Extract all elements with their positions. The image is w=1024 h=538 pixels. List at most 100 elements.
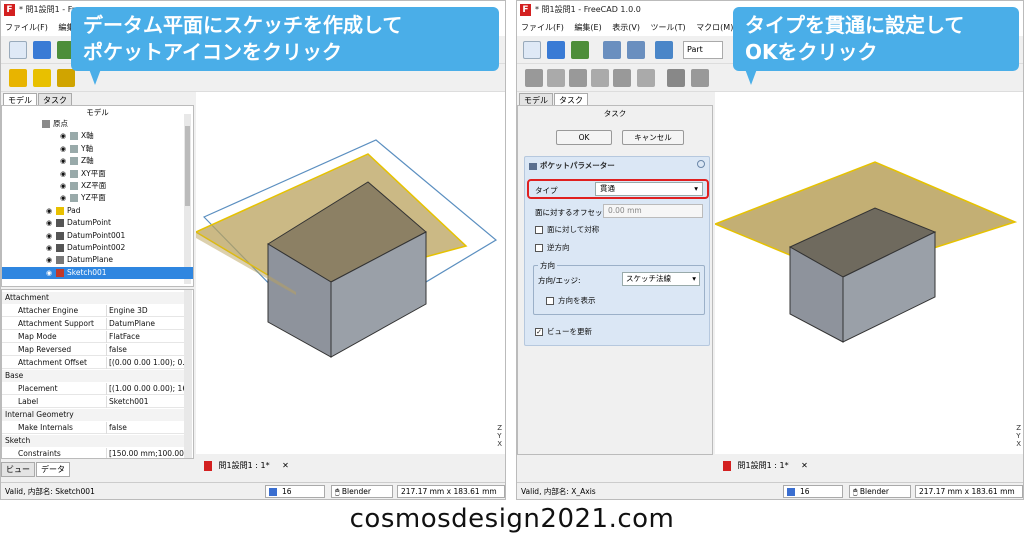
- new-file-icon[interactable]: [9, 41, 27, 59]
- visibility-eye-icon[interactable]: ◉: [46, 230, 56, 242]
- property-value[interactable]: [(1.00 0.00 0.00); 16...: [106, 383, 184, 395]
- offset-input[interactable]: 0.00 mm: [603, 204, 703, 218]
- part-cylinder-icon[interactable]: [547, 69, 565, 87]
- property-row[interactable]: Attachment Offset [(0.00 0.00 1.00); 0...: [2, 357, 185, 369]
- tree-item[interactable]: ◉ Sketch001: [2, 266, 193, 279]
- property-row[interactable]: Attachment Support DatumPlane: [2, 318, 185, 330]
- visibility-eye-icon[interactable]: ◉: [46, 205, 56, 217]
- open-file-icon[interactable]: [33, 41, 51, 59]
- tree-item[interactable]: ◉ Z軸: [2, 155, 193, 167]
- undo-icon[interactable]: [603, 41, 621, 59]
- property-group-header[interactable]: Sketch: [2, 435, 185, 447]
- property-group-header[interactable]: Base: [2, 370, 185, 382]
- tree-item[interactable]: ◉ YZ平面: [2, 192, 193, 204]
- tree-item[interactable]: 原点: [2, 118, 193, 130]
- show-direction-checkbox[interactable]: 方向を表示: [546, 296, 596, 306]
- part-extrude-icon[interactable]: [667, 69, 685, 87]
- tab-view[interactable]: ビュー: [1, 462, 35, 477]
- property-row[interactable]: Make Internals false: [2, 422, 185, 434]
- type-select[interactable]: 貫通 ▾: [595, 182, 703, 196]
- part-revolve-icon[interactable]: [691, 69, 709, 87]
- collapse-icon[interactable]: [697, 160, 705, 168]
- property-value[interactable]: Engine 3D: [106, 305, 184, 317]
- property-group-header[interactable]: Internal Geometry: [2, 409, 185, 421]
- symmetric-checkbox[interactable]: 面に対して対称: [535, 225, 599, 235]
- property-row[interactable]: Map Mode FlatFace: [2, 331, 185, 343]
- tree-item[interactable]: ◉ DatumPoint002: [2, 242, 193, 254]
- close-tab-icon[interactable]: ✕: [282, 461, 289, 470]
- cancel-button[interactable]: キャンセル: [622, 130, 684, 145]
- visibility-eye-icon[interactable]: ◉: [60, 192, 70, 204]
- save-icon[interactable]: [571, 41, 589, 59]
- tree-item-label: YZ平面: [81, 193, 106, 203]
- visibility-eye-icon[interactable]: ◉: [60, 180, 70, 192]
- update-view-checkbox[interactable]: ✓ ビューを更新: [535, 327, 592, 337]
- tree-item[interactable]: ◉ DatumPoint: [2, 217, 193, 229]
- redo-icon[interactable]: [627, 41, 645, 59]
- property-row[interactable]: Label Sketch001: [2, 396, 185, 408]
- visibility-eye-icon[interactable]: ◉: [46, 242, 56, 254]
- menu-view[interactable]: 表示(V): [612, 23, 640, 32]
- tree-item[interactable]: ◉ Y軸: [2, 143, 193, 155]
- navigation-style-select[interactable]: 🖱 Blender: [331, 485, 393, 498]
- 3d-viewport[interactable]: ZYX: [712, 92, 1023, 454]
- menu-file[interactable]: ファイル(F): [5, 23, 48, 32]
- document-tab[interactable]: 問1設問1 : 1*: [738, 461, 789, 470]
- navigation-style-select[interactable]: 🖱 Blender: [849, 485, 911, 498]
- menu-macro[interactable]: マクロ(M): [696, 23, 733, 32]
- open-file-icon[interactable]: [547, 41, 565, 59]
- visibility-eye-icon[interactable]: ◉: [60, 168, 70, 180]
- loft-tool-icon[interactable]: [57, 69, 75, 87]
- property-value[interactable]: [(0.00 0.00 1.00); 0...: [106, 357, 184, 369]
- tree-item[interactable]: ◉ XZ平面: [2, 180, 193, 192]
- document-tab[interactable]: 問1設問1 : 1*: [219, 461, 270, 470]
- close-tab-icon[interactable]: ✕: [801, 461, 808, 470]
- visibility-eye-icon[interactable]: ◉: [60, 130, 70, 142]
- tree-item[interactable]: ◉ Pad: [2, 205, 193, 217]
- property-value[interactable]: DatumPlane: [106, 318, 184, 330]
- tree-item[interactable]: ◉ XY平面: [2, 168, 193, 180]
- menu-tools[interactable]: ツール(T): [651, 23, 686, 32]
- property-row[interactable]: Constraints [150.00 mm;100.00...: [2, 448, 185, 458]
- visibility-eye-icon[interactable]: ◉: [60, 155, 70, 167]
- visibility-eye-icon[interactable]: ◉: [46, 267, 56, 279]
- direction-select[interactable]: スケッチ法線 ▾: [622, 272, 700, 286]
- property-value[interactable]: false: [106, 422, 184, 434]
- ok-button[interactable]: OK: [556, 130, 612, 145]
- pad-tool-icon[interactable]: [9, 69, 27, 87]
- zoom-select[interactable]: 16: [783, 485, 843, 498]
- property-value[interactable]: [150.00 mm;100.00...: [106, 448, 184, 458]
- 3d-viewport[interactable]: ZYX: [194, 92, 505, 454]
- workbench-select[interactable]: Part: [683, 41, 723, 59]
- property-row[interactable]: Placement [(1.00 0.00 0.00); 16...: [2, 383, 185, 395]
- menu-file[interactable]: ファイル(F): [521, 23, 564, 32]
- tree-item[interactable]: ◉ X軸: [2, 130, 193, 142]
- revolve-tool-icon[interactable]: [33, 69, 51, 87]
- visibility-eye-icon[interactable]: ◉: [60, 143, 70, 155]
- dimension-display[interactable]: 217.17 mm x 183.61 mm: [915, 485, 1023, 498]
- dimension-display[interactable]: 217.17 mm x 183.61 mm: [397, 485, 505, 498]
- reversed-checkbox[interactable]: 逆方向: [535, 243, 570, 253]
- part-box-icon[interactable]: [525, 69, 543, 87]
- part-tube-icon[interactable]: [637, 69, 655, 87]
- part-cone-icon[interactable]: [591, 69, 609, 87]
- new-file-icon[interactable]: [523, 41, 541, 59]
- property-value[interactable]: FlatFace: [106, 331, 184, 343]
- visibility-eye-icon[interactable]: ◉: [46, 217, 56, 229]
- zoom-select[interactable]: 16: [265, 485, 325, 498]
- 3d-scene: [194, 139, 498, 358]
- property-scrollbar[interactable]: [184, 290, 192, 458]
- tab-data[interactable]: データ: [36, 462, 70, 477]
- visibility-eye-icon[interactable]: ◉: [46, 254, 56, 266]
- property-value[interactable]: Sketch001: [106, 396, 184, 408]
- property-group-header[interactable]: Attachment: [2, 292, 185, 304]
- menu-edit[interactable]: 編集(E): [574, 23, 601, 32]
- tree-item[interactable]: ◉ DatumPoint001: [2, 230, 193, 242]
- property-row[interactable]: Map Reversed false: [2, 344, 185, 356]
- property-row[interactable]: Attacher Engine Engine 3D: [2, 305, 185, 317]
- part-sphere-icon[interactable]: [569, 69, 587, 87]
- refresh-icon[interactable]: [655, 41, 673, 59]
- part-torus-icon[interactable]: [613, 69, 631, 87]
- tree-item[interactable]: ◉ DatumPlane: [2, 254, 193, 266]
- property-value[interactable]: false: [106, 344, 184, 356]
